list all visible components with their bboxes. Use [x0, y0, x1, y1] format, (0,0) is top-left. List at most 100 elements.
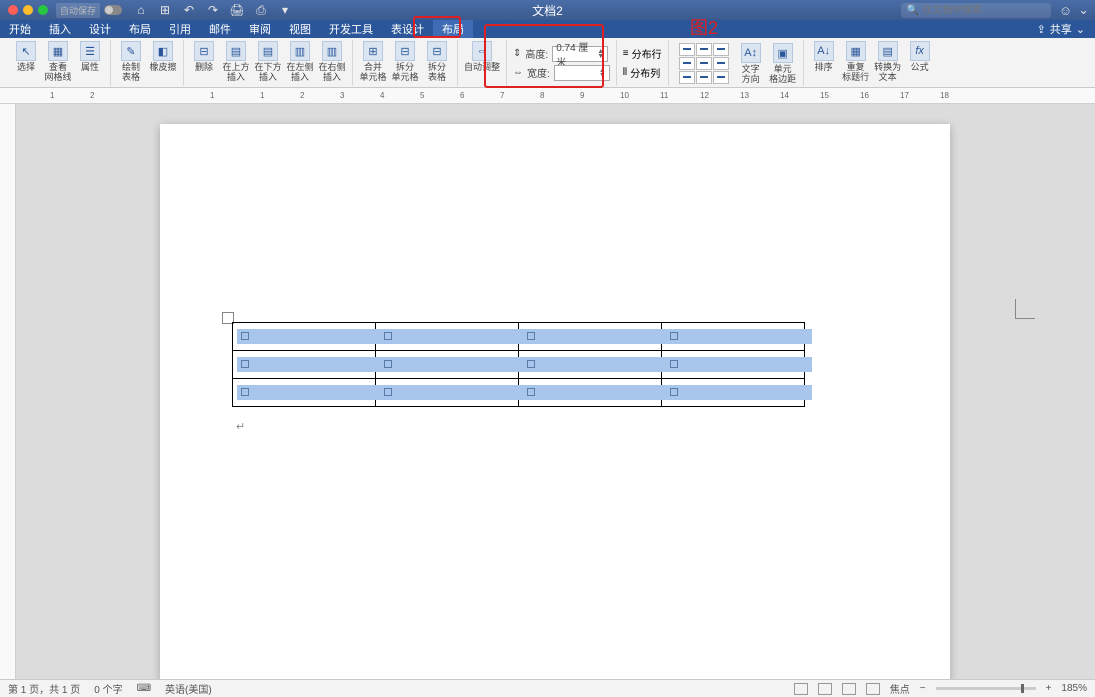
close-window-button[interactable]	[8, 5, 18, 15]
width-spinner[interactable]: ▲▼	[599, 68, 606, 78]
align-tr[interactable]	[713, 43, 729, 56]
tab-table-design[interactable]: 表设计	[382, 20, 433, 38]
table-cell[interactable]	[233, 351, 376, 379]
table-cell[interactable]	[519, 323, 662, 351]
view-gridlines-button[interactable]: ▦查看 网格线	[44, 40, 72, 82]
cell-margins-button[interactable]: ▣单元 格边距	[769, 42, 797, 84]
options-chevron-icon[interactable]: ⌄	[1078, 2, 1089, 18]
convert-text-button[interactable]: ▤转换为 文本	[874, 40, 902, 82]
document-area[interactable]: ↵	[0, 104, 1095, 679]
distribute-rows-button[interactable]: ≡分布行	[623, 46, 662, 61]
table-row[interactable]	[233, 379, 805, 407]
align-tc[interactable]	[696, 43, 712, 56]
table-cell[interactable]	[519, 379, 662, 407]
table-cell[interactable]	[662, 323, 805, 351]
ribbon-tabs: 开始 插入 设计 布局 引用 邮件 审阅 视图 开发工具 表设计 布局 ⇪ 共享…	[0, 20, 1095, 38]
table-cell[interactable]	[233, 379, 376, 407]
insert-left-button[interactable]: ▥在左侧 插入	[286, 40, 314, 82]
tab-review[interactable]: 审阅	[240, 20, 280, 38]
maximize-window-button[interactable]	[38, 5, 48, 15]
align-bl[interactable]	[679, 71, 695, 84]
table-cell[interactable]	[519, 351, 662, 379]
view-web-icon[interactable]	[842, 683, 856, 695]
vertical-ruler[interactable]	[0, 104, 16, 679]
table-row[interactable]	[233, 351, 805, 379]
zoom-out-button[interactable]: −	[920, 683, 926, 694]
zoom-level[interactable]: 185%	[1061, 683, 1087, 694]
print-icon[interactable]: 🖨	[230, 3, 244, 17]
zoom-in-button[interactable]: +	[1046, 683, 1052, 694]
insert-right-button[interactable]: ▥在右侧 插入	[318, 40, 346, 82]
select-button[interactable]: ↖选择	[12, 40, 40, 72]
redo-icon[interactable]: ↷	[206, 3, 220, 17]
sort-button[interactable]: A↓排序	[810, 40, 838, 72]
search-input[interactable]	[922, 5, 1045, 16]
table-row[interactable]	[233, 323, 805, 351]
insert-below-button[interactable]: ▤在下方 插入	[254, 40, 282, 82]
align-br[interactable]	[713, 71, 729, 84]
split-table-button[interactable]: ⊟拆分 表格	[423, 40, 451, 82]
word-count[interactable]: 0 个字	[94, 681, 122, 696]
draw-table-button[interactable]: ✎绘制 表格	[117, 40, 145, 82]
autosave-toggle[interactable]	[104, 5, 122, 15]
table-cell[interactable]	[662, 351, 805, 379]
tab-developer[interactable]: 开发工具	[320, 20, 382, 38]
home-icon[interactable]: ⌂	[134, 3, 148, 17]
table-cell[interactable]	[233, 323, 376, 351]
split-cells-button[interactable]: ⊟拆分 单元格	[391, 40, 419, 82]
align-tl[interactable]	[679, 43, 695, 56]
horizontal-ruler[interactable]: 1 2 1 1 2 3 4 5 6 7 8 9 10 11 12 13 14 1…	[0, 88, 1095, 104]
tab-home[interactable]: 开始	[0, 20, 40, 38]
text-direction-button[interactable]: A↕文字 方向	[737, 42, 765, 84]
view-read-icon[interactable]	[794, 683, 808, 695]
table-cell[interactable]	[376, 379, 519, 407]
autofit-button[interactable]: ⇔自动调整	[464, 40, 500, 72]
height-arrows-icon: ⇕	[513, 48, 521, 59]
align-ml[interactable]	[679, 57, 695, 70]
tab-references[interactable]: 引用	[160, 20, 200, 38]
group-merge: ⊞合并 单元格 ⊟拆分 单元格 ⊟拆分 表格	[353, 40, 458, 86]
width-field[interactable]: ▲▼	[554, 65, 610, 81]
height-field[interactable]: 0.74 厘米▲▼	[552, 46, 608, 62]
focus-mode[interactable]: 焦点	[890, 681, 910, 696]
height-spinner[interactable]: ▲▼	[597, 49, 604, 59]
spellcheck-icon[interactable]: ⌨	[137, 683, 151, 694]
share-button[interactable]: ⇪ 共享 ⌄	[1027, 20, 1095, 38]
tab-design[interactable]: 设计	[80, 20, 120, 38]
align-bc[interactable]	[696, 71, 712, 84]
repeat-header-icon: ▦	[846, 41, 866, 61]
properties-button[interactable]: ☰属性	[76, 40, 104, 72]
undo-icon[interactable]: ↶	[182, 3, 196, 17]
view-outline-icon[interactable]	[866, 683, 880, 695]
paragraph-mark: ↵	[236, 420, 245, 433]
feedback-icon[interactable]: ☺	[1059, 3, 1072, 18]
table-cell[interactable]	[662, 379, 805, 407]
tab-mailings[interactable]: 邮件	[200, 20, 240, 38]
minimize-window-button[interactable]	[23, 5, 33, 15]
search-box[interactable]: 🔍	[901, 3, 1051, 18]
table-cell[interactable]	[376, 351, 519, 379]
page-count[interactable]: 第 1 页，共 1 页	[8, 681, 80, 696]
tab-view[interactable]: 视图	[280, 20, 320, 38]
delete-button[interactable]: ⊟删除	[190, 40, 218, 72]
save-icon[interactable]: ⊞	[158, 3, 172, 17]
language-status[interactable]: 英语(美国)	[165, 681, 212, 696]
quick-access-toolbar: ⌂ ⊞ ↶ ↷ 🖨 ⎙ ▾	[134, 3, 292, 17]
insert-above-button[interactable]: ▤在上方 插入	[222, 40, 250, 82]
align-mc[interactable]	[696, 57, 712, 70]
qat-more-icon[interactable]: ▾	[278, 3, 292, 17]
view-print-icon[interactable]	[818, 683, 832, 695]
save2-icon[interactable]: ⎙	[254, 3, 268, 17]
merge-cells-button[interactable]: ⊞合并 单元格	[359, 40, 387, 82]
tab-insert[interactable]: 插入	[40, 20, 80, 38]
repeat-header-button[interactable]: ▦重复 标题行	[842, 40, 870, 82]
tab-table-layout[interactable]: 布局	[433, 20, 473, 38]
align-mr[interactable]	[713, 57, 729, 70]
zoom-slider[interactable]	[936, 687, 1036, 690]
table-cell[interactable]	[376, 323, 519, 351]
table[interactable]	[232, 322, 805, 407]
formula-button[interactable]: fx公式	[906, 40, 934, 72]
eraser-button[interactable]: ◧橡皮擦	[149, 40, 177, 72]
tab-layout[interactable]: 布局	[120, 20, 160, 38]
distribute-cols-button[interactable]: ⦀分布列	[623, 65, 660, 80]
